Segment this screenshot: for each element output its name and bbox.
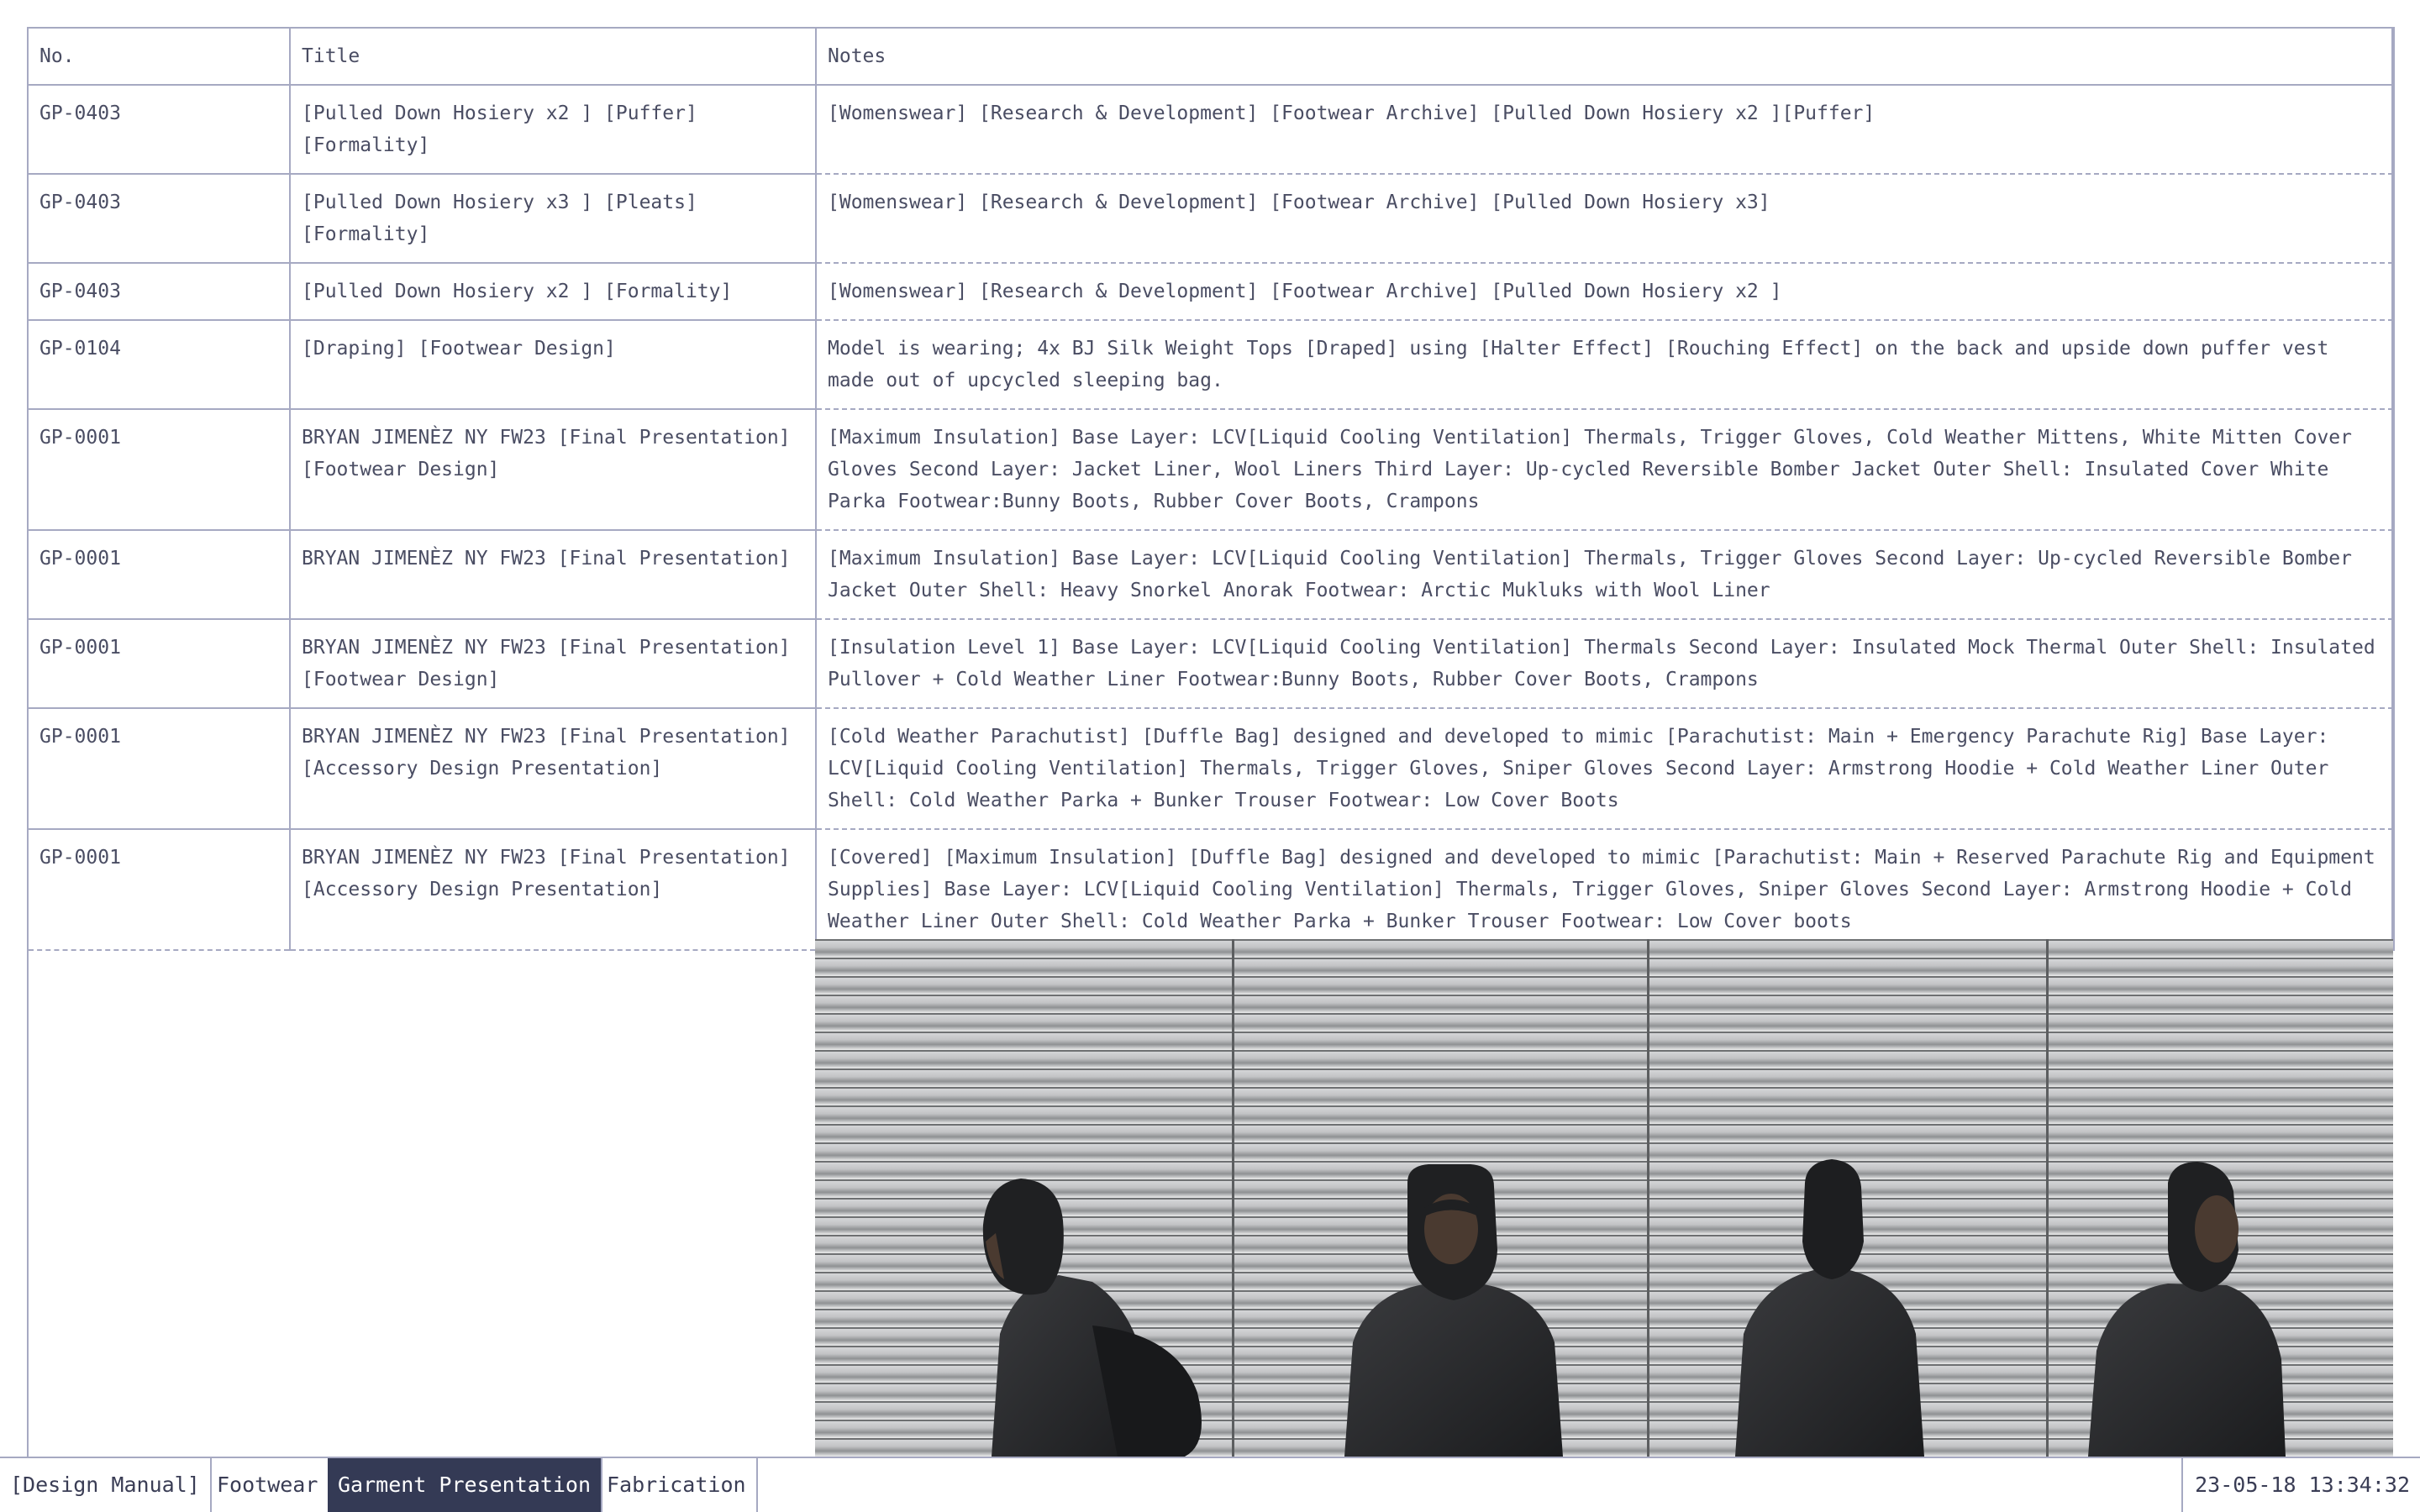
cell-notes: [Maximum Insulation] Base Layer: LCV[Liq…: [815, 530, 2395, 620]
cell-no: GP-0001: [27, 619, 291, 709]
cell-notes: [Maximum Insulation] Base Layer: LCV[Liq…: [815, 409, 2395, 531]
table-row[interactable]: GP-0001 BRYAN JIMENÈZ NY FW23 [Final Pre…: [27, 708, 2395, 830]
cell-title: [Pulled Down Hosiery x3 ] [Pleats] [Form…: [289, 174, 817, 264]
table-header-row: No. Title Notes: [27, 27, 2395, 86]
cell-notes: [Womenswear] [Research & Development] [F…: [815, 263, 2395, 321]
cell-no: GP-0104: [27, 320, 291, 410]
cell-no: GP-0403: [27, 85, 291, 175]
cell-notes: [Womenswear] [Research & Development] [F…: [815, 174, 2395, 264]
column-header-notes[interactable]: Notes: [815, 27, 2395, 86]
garment-presentation-photo[interactable]: [815, 939, 2393, 1457]
cell-title: [Pulled Down Hosiery x2 ] [Formality]: [289, 263, 817, 321]
cell-no: GP-0001: [27, 409, 291, 531]
cell-notes: [Womenswear] [Research & Development] [F…: [815, 85, 2395, 175]
tab-fabrication[interactable]: Fabrication: [597, 1458, 758, 1512]
cell-no: GP-0001: [27, 829, 291, 951]
table-row[interactable]: GP-0403 [Pulled Down Hosiery x2 ] [Puffe…: [27, 85, 2395, 175]
table-row[interactable]: GP-0001 BRYAN JIMENÈZ NY FW23 [Final Pre…: [27, 530, 2395, 620]
cell-title: [Draping] [Footwear Design]: [289, 320, 817, 410]
garment-table: No. Title Notes GP-0403 [Pulled Down Hos…: [27, 27, 2395, 951]
table-row[interactable]: GP-0001 BRYAN JIMENÈZ NY FW23 [Final Pre…: [27, 829, 2395, 951]
clock-readout: 23-05-18 13:34:32: [2181, 1458, 2420, 1512]
cell-title: BRYAN JIMENÈZ NY FW23 [Final Presentatio…: [289, 530, 817, 620]
cell-title: BRYAN JIMENÈZ NY FW23 [Final Presentatio…: [289, 619, 817, 709]
cell-title: BRYAN JIMENÈZ NY FW23 [Final Presentatio…: [289, 409, 817, 531]
bottom-taskbar: [Design Manual] Footwear Garment Present…: [0, 1457, 2420, 1512]
cell-no: GP-0001: [27, 530, 291, 620]
tab-garment-presentation[interactable]: Garment Presentation: [328, 1458, 603, 1512]
table-row[interactable]: GP-0403 [Pulled Down Hosiery x2 ] [Forma…: [27, 263, 2395, 321]
table-row[interactable]: GP-0001 BRYAN JIMENÈZ NY FW23 [Final Pre…: [27, 409, 2395, 531]
cell-notes: [Covered] [Maximum Insulation] [Duffle B…: [815, 829, 2395, 951]
table-row[interactable]: GP-0403 [Pulled Down Hosiery x3 ] [Pleat…: [27, 174, 2395, 264]
cell-notes: Model is wearing; 4x BJ Silk Weight Tops…: [815, 320, 2395, 410]
cell-notes: [Cold Weather Parachutist] [Duffle Bag] …: [815, 708, 2395, 830]
table-row[interactable]: GP-0001 BRYAN JIMENÈZ NY FW23 [Final Pre…: [27, 619, 2395, 709]
cell-no: GP-0001: [27, 708, 291, 830]
cell-title: [Pulled Down Hosiery x2 ] [Puffer] [Form…: [289, 85, 817, 175]
column-header-no[interactable]: No.: [27, 27, 291, 86]
cell-no: GP-0403: [27, 174, 291, 264]
cell-notes: [Insulation Level 1] Base Layer: LCV[Liq…: [815, 619, 2395, 709]
tab-design-manual[interactable]: [Design Manual]: [0, 1458, 212, 1512]
cell-title: BRYAN JIMENÈZ NY FW23 [Final Presentatio…: [289, 829, 817, 951]
tab-footwear[interactable]: Footwear: [207, 1458, 330, 1512]
cell-no: GP-0403: [27, 263, 291, 321]
cell-title: BRYAN JIMENÈZ NY FW23 [Final Presentatio…: [289, 708, 817, 830]
table-row[interactable]: GP-0104 [Draping] [Footwear Design] Mode…: [27, 320, 2395, 410]
column-header-title[interactable]: Title: [289, 27, 817, 86]
